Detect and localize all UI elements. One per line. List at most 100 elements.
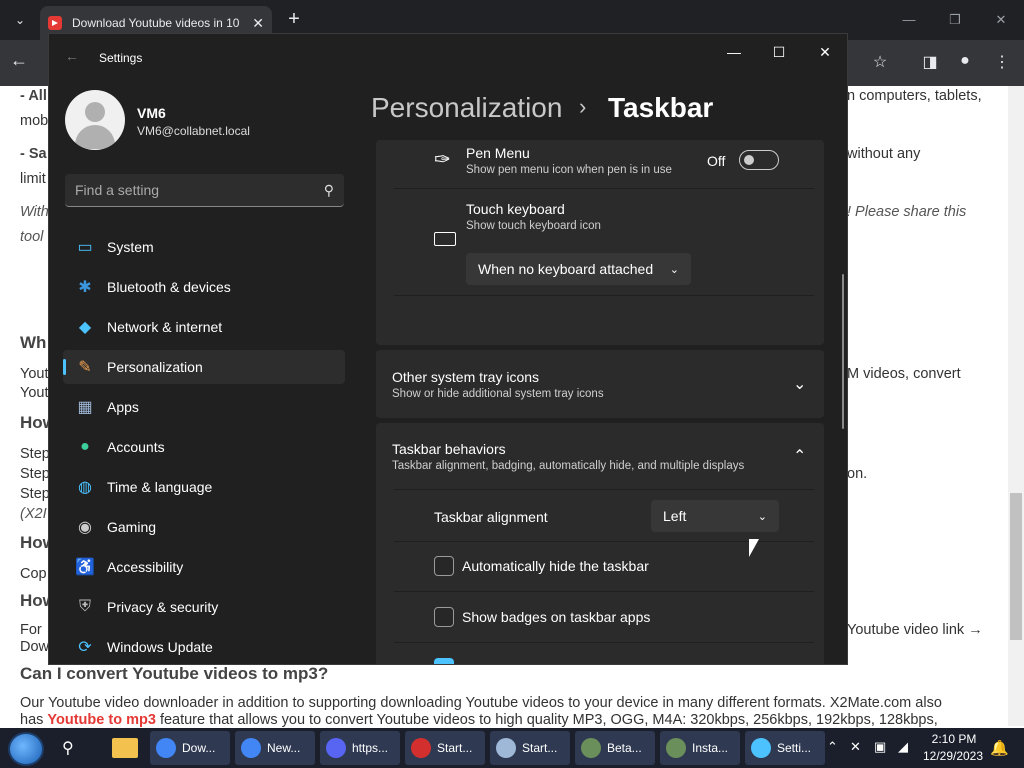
settings-search-input[interactable]: Find a setting ⚲ (65, 174, 344, 207)
page-text-line: on. (847, 466, 868, 482)
taskbar-item-label: Insta... (692, 741, 729, 755)
touch-keyboard-dropdown[interactable]: When no keyboard attached ⌄ (466, 253, 691, 285)
settings-scrollbar-thumb[interactable] (842, 274, 844, 429)
taskbar-item-label: Dow... (182, 741, 216, 755)
chrome-icon (241, 738, 261, 758)
youtube-to-mp3-link[interactable]: Youtube to mp3 (47, 712, 155, 728)
clock-time[interactable]: 2:10 PM (930, 732, 978, 746)
page-text-line: mob (20, 113, 49, 129)
page-text-line: Cop (20, 566, 47, 582)
taskbar-item[interactable]: Insta... (660, 731, 740, 765)
volume-muted-icon[interactable]: ◢ (898, 739, 908, 755)
sidebar-item-label: Network & internet (107, 319, 223, 335)
taskbar-item-label: Start... (522, 741, 558, 755)
search-icon[interactable]: ⚲ (62, 738, 74, 758)
auto-hide-checkbox[interactable] (434, 556, 454, 576)
sidebar-item-accessibility[interactable]: ♿ Accessibility (63, 550, 345, 584)
settings-close-button[interactable]: ✕ (805, 40, 845, 64)
flashing-checkbox[interactable] (434, 658, 454, 664)
tab-title: Download Youtube videos in 10 (72, 16, 240, 30)
start-button[interactable] (8, 732, 44, 766)
page-text-line: - All (20, 88, 47, 104)
sidebar-item-personalization[interactable]: ✎ Personalization (63, 350, 345, 384)
display-icon[interactable]: ▣ (874, 739, 886, 755)
user-avatar[interactable] (65, 90, 125, 150)
sidebar-item-network-internet[interactable]: ◆ Network & internet (63, 310, 345, 344)
browser-menu-icon[interactable]: ⋮ (990, 52, 1014, 72)
tab-close-icon[interactable]: ✕ (252, 15, 264, 32)
alignment-value: Left (663, 508, 687, 524)
tab-search-icon[interactable]: ⌄ (6, 6, 34, 34)
taskbar-item[interactable]: Setti... (745, 731, 825, 765)
network-icon: ◆ (78, 319, 92, 336)
settings-window-title: Settings (99, 51, 143, 65)
taskbar-item[interactable]: Beta... (575, 731, 655, 765)
browser-maximize-button[interactable]: ❐ (940, 8, 970, 32)
network-disconnected-icon[interactable]: ✕ (850, 739, 861, 755)
file-explorer-icon[interactable] (112, 738, 138, 758)
behaviors-subtitle: Taskbar alignment, badging, automaticall… (392, 460, 745, 472)
settings-minimize-button[interactable]: — (714, 40, 754, 64)
pen-menu-subtitle: Show pen menu icon when pen is in use (466, 164, 672, 176)
settings-back-arrow-icon[interactable]: ← (65, 48, 79, 64)
pen-icon: ✑ (434, 149, 451, 171)
new-tab-button[interactable]: + (282, 8, 306, 32)
profile-icon[interactable]: ● (953, 52, 977, 70)
accounts-icon: ● (80, 438, 90, 455)
back-arrow-icon[interactable]: ← (10, 50, 28, 71)
badges-checkbox[interactable] (434, 607, 454, 627)
page-scrollbar-thumb[interactable] (1010, 493, 1022, 640)
taskbar-item[interactable]: Start... (490, 731, 570, 765)
side-panel-icon[interactable]: ◨ (918, 52, 942, 72)
page-text-line: Youtube video link → (847, 622, 983, 638)
apps-icon: ▦ (77, 399, 93, 416)
pen-menu-state: Off (707, 153, 726, 169)
app-icon (581, 738, 601, 758)
page-text-line: With (20, 204, 49, 220)
show-hidden-icons-icon[interactable]: ⌃ (827, 739, 838, 755)
taskbar-item[interactable]: Start... (405, 731, 485, 765)
clock-date[interactable]: 12/29/2023 (920, 749, 986, 763)
sidebar-item-label: Personalization (107, 359, 203, 375)
sidebar-item-privacy-security[interactable]: ⛨ Privacy & security (63, 590, 345, 624)
breadcrumb-parent[interactable]: Personalization (371, 92, 562, 124)
sidebar-item-apps[interactable]: ▦ Apps (63, 390, 345, 424)
sidebar-item-bluetooth-devices[interactable]: ✱ Bluetooth & devices (63, 270, 345, 304)
page-text-line: Wh (20, 333, 47, 352)
chevron-up-icon[interactable]: ⌃ (793, 446, 806, 466)
taskbar-item[interactable]: https... (320, 731, 400, 765)
notification-bell-icon[interactable]: 🔔 (990, 739, 1009, 757)
browser-close-button[interactable]: ✕ (986, 8, 1016, 32)
other-tray-subtitle: Show or hide additional system tray icon… (392, 388, 604, 400)
taskbar-item-label: Setti... (777, 741, 812, 755)
opera-icon (411, 738, 431, 758)
bookmark-star-icon[interactable]: ☆ (868, 52, 892, 72)
sidebar-item-gaming[interactable]: ◉ Gaming (63, 510, 345, 544)
sidebar-item-label: System (107, 239, 154, 255)
touch-keyboard-title: Touch keyboard (466, 201, 565, 217)
sidebar-item-system[interactable]: ▭ System (63, 230, 345, 264)
page-text-line: without any (847, 146, 921, 162)
browser-minimize-button[interactable]: — (894, 8, 924, 32)
breadcrumb-separator: › (579, 94, 587, 119)
taskbar-item[interactable]: Dow... (150, 731, 230, 765)
page-text-line: Step (20, 486, 50, 502)
sidebar-item-windows-update[interactable]: ⟳ Windows Update (63, 630, 345, 664)
taskbar-alignment-dropdown[interactable]: Left ⌄ (651, 500, 779, 532)
alignment-label: Taskbar alignment (434, 509, 548, 525)
sidebar-item-label: Windows Update (107, 639, 213, 655)
page-text-line: ! Please share this (847, 204, 967, 220)
chevron-down-icon[interactable]: ⌄ (793, 374, 806, 394)
taskbar-item[interactable]: New... (235, 731, 315, 765)
settings-maximize-button[interactable]: ☐ (759, 40, 799, 64)
shield-icon: ⛨ (78, 598, 91, 615)
sidebar-item-accounts[interactable]: ● Accounts (63, 430, 345, 464)
page-text-line: (X2I (20, 506, 47, 522)
settings-window: ← Settings — ☐ ✕ VM6 VM6@collabnet.local… (48, 33, 848, 665)
search-icon: ⚲ (323, 181, 334, 198)
sidebar-item-time-language[interactable]: ◍ Time & language (63, 470, 345, 504)
pen-menu-toggle[interactable] (739, 150, 779, 170)
chevron-down-icon: ⌄ (757, 510, 767, 523)
page-text-line: Step (20, 466, 50, 482)
taskbar-item-label: Beta... (607, 741, 642, 755)
